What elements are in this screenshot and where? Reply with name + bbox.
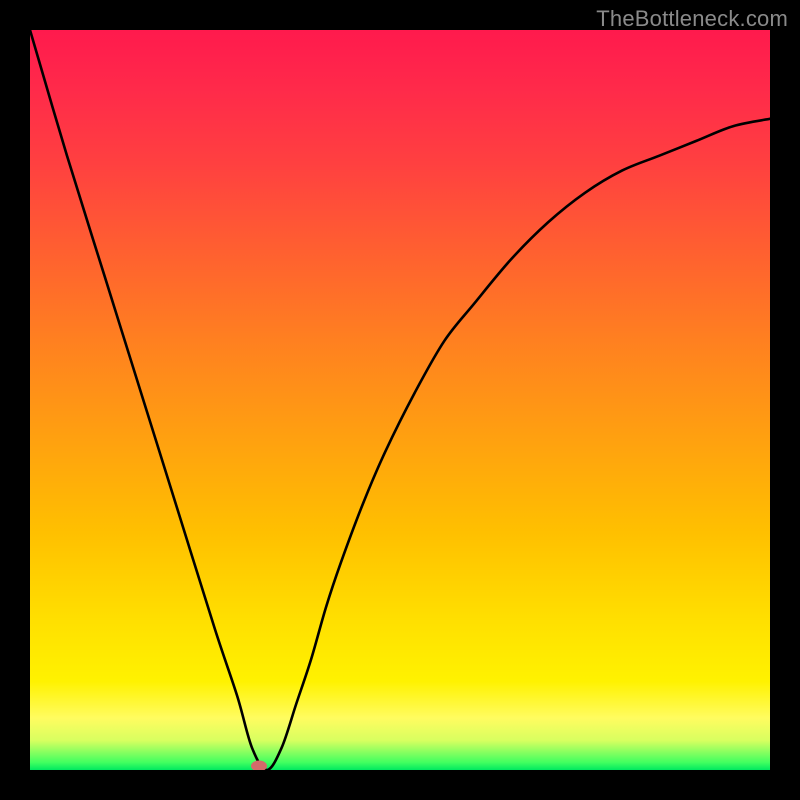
optimum-marker — [251, 761, 267, 770]
bottleneck-curve — [30, 30, 770, 770]
chart-frame: TheBottleneck.com — [0, 0, 800, 800]
curve-svg — [30, 30, 770, 770]
watermark-label: TheBottleneck.com — [596, 6, 788, 32]
plot-area — [30, 30, 770, 770]
